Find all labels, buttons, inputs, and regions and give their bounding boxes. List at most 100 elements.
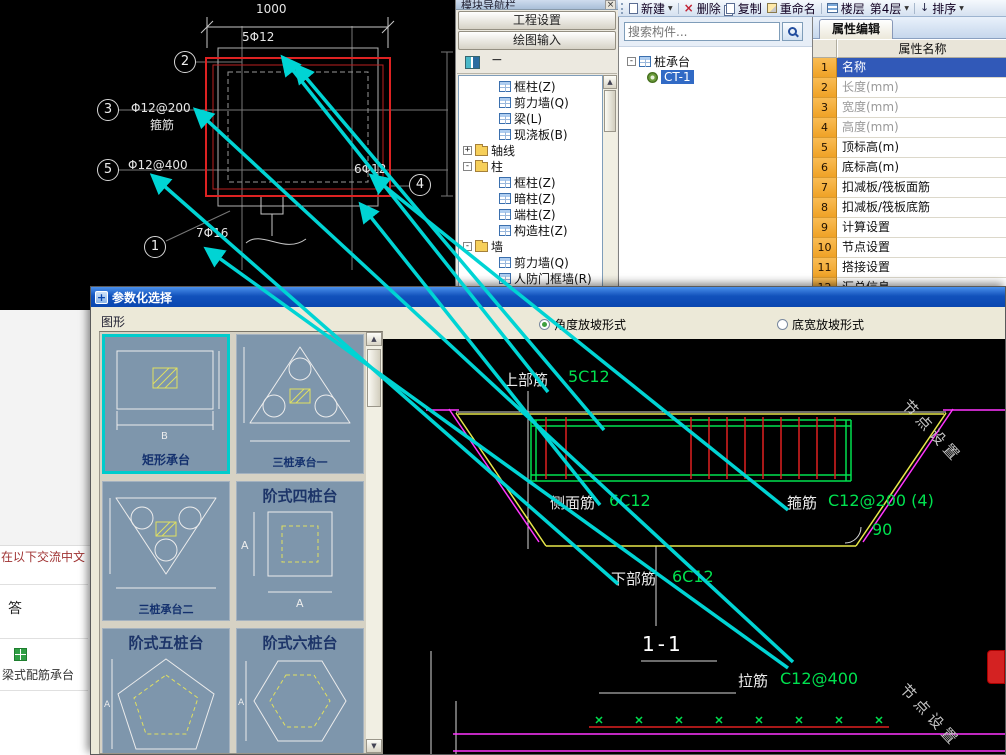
tree-item-label: 框柱(Z) xyxy=(514,175,556,190)
table-row[interactable]: 11 搭接设置 xyxy=(813,258,1006,278)
table-row[interactable]: 8 扣减板/筏板底筋 xyxy=(813,198,1006,218)
copy-button[interactable]: 复制 xyxy=(725,0,762,16)
toolbar-separator xyxy=(914,2,916,14)
browser-result-link[interactable]: 梁式配筋承台 xyxy=(2,666,88,683)
tile-graphic xyxy=(109,497,217,589)
tree-item[interactable]: 端柱(Z) xyxy=(459,206,602,222)
browser-answer-label: 答 xyxy=(8,601,22,617)
tiles-scrollbar[interactable]: ▲ ▼ xyxy=(366,332,382,753)
axis-bubble: 5 xyxy=(97,159,119,181)
tile-label: 三桩承台一 xyxy=(272,456,328,469)
module-tree: 框柱(Z) 剪力墙(Q) 梁(L) 现浇板(B) + 轴线 -柱 框柱(Z) 暗柱… xyxy=(458,75,603,308)
tree-item-label: 暗柱(Z) xyxy=(514,191,556,206)
tile-graphic: A xyxy=(238,660,347,742)
tree-item-label: 剪力墙(Q) xyxy=(514,95,569,110)
table-row[interactable]: 3 宽度(mm) xyxy=(813,98,1006,118)
search-button[interactable] xyxy=(782,22,803,41)
component-icon xyxy=(499,224,511,236)
table-row[interactable]: 2 长度(mm) xyxy=(813,78,1006,98)
scrollbar-thumb[interactable] xyxy=(604,90,616,132)
tile-three-pile-1[interactable]: 三桩承台一 xyxy=(236,334,364,474)
module-tree-scrollbar[interactable]: ▲ ▼ xyxy=(603,75,617,308)
section-preview-area[interactable]: 上部筋 5C12 侧面筋 6C12 箍筋 C12@200 (4) 90 下部筋 … xyxy=(383,339,1005,754)
component-list-panel: - 桩承台 CT-1 xyxy=(618,17,812,286)
section-mark: 1-1 xyxy=(642,632,684,656)
table-row[interactable]: 12汇总信息 xyxy=(813,278,1006,286)
tree-item[interactable]: -墙 xyxy=(459,238,602,254)
scrollbar-thumb[interactable] xyxy=(367,349,381,407)
parametric-select-dialog: + 参数化选择 图形 角度放坡形式 底宽放坡形式 B 矩形承台 三桩承台一 三桩… xyxy=(90,286,1006,755)
tile-three-pile-2[interactable]: 三桩承台二 xyxy=(102,481,230,621)
scroll-up-icon[interactable]: ▲ xyxy=(366,332,382,346)
parametric-tiles-panel: B 矩形承台 三桩承台一 三桩承台二 阶式四桩台 A A 阶式五桩台 A 阶式六… xyxy=(99,331,383,754)
layout-columns-icon[interactable] xyxy=(465,56,480,69)
tree-item[interactable]: 构造柱(Z) xyxy=(459,222,602,238)
toolbar-grip[interactable] xyxy=(621,2,624,14)
table-row[interactable]: 1 名称 xyxy=(813,58,1006,78)
project-settings-button[interactable]: 工程设置 xyxy=(458,11,616,30)
tree-item[interactable]: 现浇板(B) xyxy=(459,126,602,142)
toolbar-separator xyxy=(820,2,822,14)
table-row[interactable]: 9 计算设置 xyxy=(813,218,1006,238)
collapse-icon[interactable]: − xyxy=(491,52,503,68)
component-tree-item-ct1[interactable]: CT-1 xyxy=(619,69,812,85)
tile-stepped-five-pile[interactable]: 阶式五桩台 A xyxy=(102,628,230,753)
rename-button[interactable]: 重命名 xyxy=(766,0,816,16)
tree-item-label: 端柱(Z) xyxy=(514,207,556,222)
expander-icon[interactable]: + xyxy=(463,145,472,155)
browser-link[interactable]: 在以下交流中文 xyxy=(1,548,89,565)
table-row[interactable]: 10 节点设置 xyxy=(813,238,1006,258)
component-icon xyxy=(499,272,511,284)
tile-stepped-four-pile[interactable]: 阶式四桩台 A A xyxy=(236,481,364,621)
tab-property-edit[interactable]: 属性编辑 xyxy=(819,19,894,39)
expander-icon[interactable]: - xyxy=(627,56,636,66)
table-row[interactable]: 6 底标高(m) xyxy=(813,158,1006,178)
radio-icon[interactable] xyxy=(777,319,788,330)
cad-drawing-area[interactable]: 1000 5Φ12 Φ12@200 箍筋 Φ12@400 7Φ16 6Φ12 2… xyxy=(0,0,455,310)
sort-button[interactable]: ↓ 排序 ▼ xyxy=(920,0,964,16)
svg-text:A: A xyxy=(296,597,304,610)
floor-select[interactable]: 第4层 ▼ xyxy=(870,0,909,16)
properties-panel: 属性编辑 属性名称 1 名称 2 长度(mm) 3 宽度(mm) 4 高度(mm) 5顶… xyxy=(812,17,1006,286)
expander-icon[interactable]: - xyxy=(463,161,472,171)
drawing-input-button[interactable]: 绘图输入 xyxy=(458,31,616,50)
element-gear-icon xyxy=(647,71,658,83)
tree-item[interactable]: + 轴线 xyxy=(459,142,602,158)
tile-graphic: B xyxy=(116,350,220,442)
expander-icon[interactable]: - xyxy=(463,241,472,251)
tree-item[interactable]: 框柱(Z) xyxy=(459,174,602,190)
tree-item[interactable]: 剪力墙(Q) xyxy=(459,254,602,270)
tree-item[interactable]: 暗柱(Z) xyxy=(459,190,602,206)
radio-angle-slope[interactable]: 角度放坡形式 xyxy=(539,316,626,333)
floating-badge[interactable] xyxy=(987,650,1005,684)
tree-item[interactable]: 梁(L) xyxy=(459,110,602,126)
tree-item[interactable]: -柱 xyxy=(459,158,602,174)
delete-button[interactable]: × 删除 xyxy=(684,0,721,16)
tree-item[interactable]: 剪力墙(Q) xyxy=(459,94,602,110)
tile-stepped-six-pile[interactable]: 阶式六桩台 A xyxy=(236,628,364,753)
radio-bottom-width-slope[interactable]: 底宽放坡形式 xyxy=(777,316,864,333)
new-button[interactable]: 新建 ▼ xyxy=(629,0,673,16)
tree-item[interactable]: 框柱(Z) xyxy=(459,78,602,94)
search-input[interactable] xyxy=(624,22,780,41)
component-icon xyxy=(499,80,511,92)
graphics-section-label: 图形 xyxy=(101,315,126,329)
tile-label: 阶式四桩台 xyxy=(262,487,338,505)
tile-rect-cap[interactable]: B 矩形承台 xyxy=(102,334,230,474)
slope-angle-value: 90 xyxy=(872,520,893,539)
floor-button[interactable]: 楼层 xyxy=(826,0,865,16)
scroll-up-icon[interactable]: ▲ xyxy=(603,75,617,89)
tile-graphic xyxy=(243,346,351,442)
cad-label-stirrup-name: 箍筋 xyxy=(150,118,175,132)
dialog-titlebar[interactable]: + 参数化选择 xyxy=(91,287,1005,307)
table-row[interactable]: 5 顶标高(m) xyxy=(813,138,1006,158)
component-search-row xyxy=(619,17,812,47)
divider xyxy=(0,638,88,639)
table-row[interactable]: 7 扣减板/筏板面筋 xyxy=(813,178,1006,198)
component-tree-root[interactable]: - 桩承台 xyxy=(619,53,812,69)
close-icon[interactable]: × xyxy=(605,0,616,9)
radio-icon[interactable] xyxy=(539,319,550,330)
table-row[interactable]: 4 高度(mm) xyxy=(813,118,1006,138)
tree-item[interactable]: 人防门框墙(R) xyxy=(459,270,602,286)
scroll-down-icon[interactable]: ▼ xyxy=(366,739,382,753)
